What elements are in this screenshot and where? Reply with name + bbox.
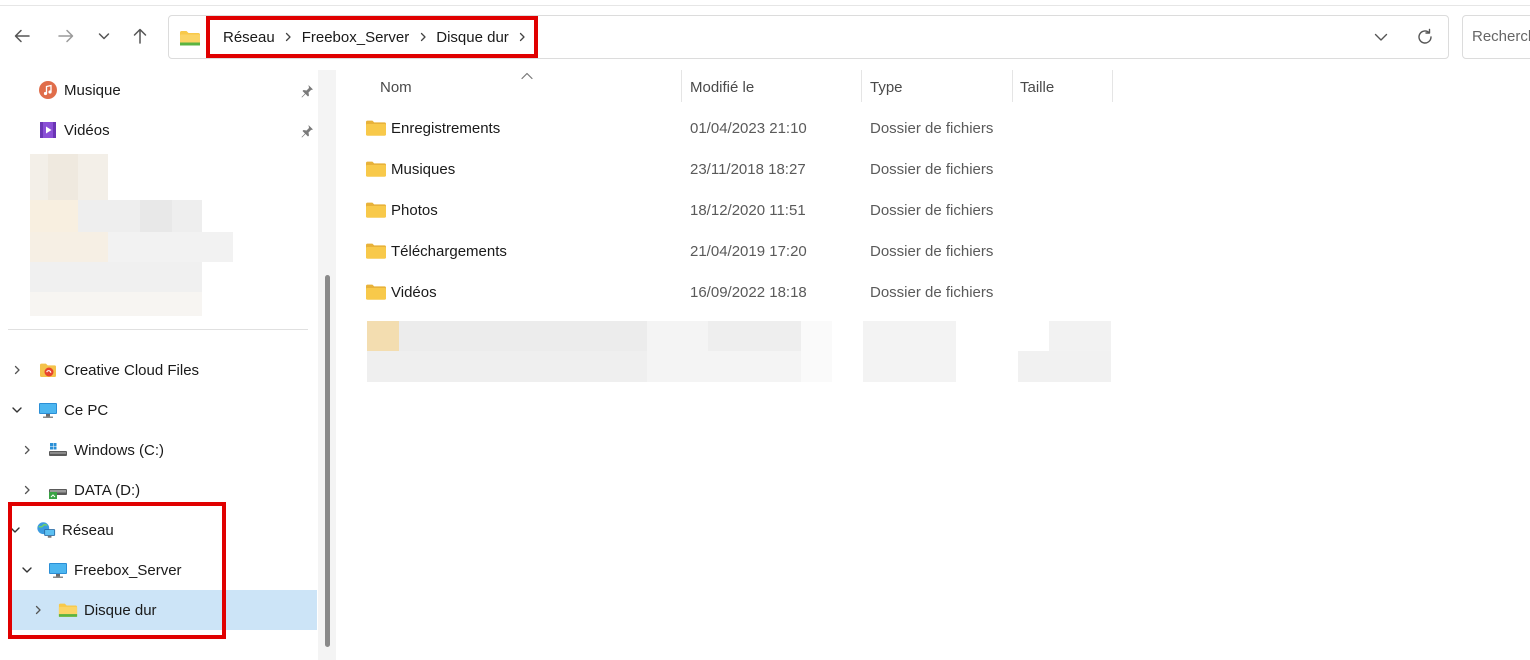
file-modified: 16/09/2022 18:18 bbox=[690, 283, 807, 301]
address-bar[interactable]: Réseau Freebox_Server Disque dur bbox=[168, 15, 1449, 59]
sidebar-item-creative-cloud-files[interactable]: Creative Cloud Files bbox=[38, 350, 199, 390]
file-name: Photos bbox=[391, 201, 438, 219]
file-type: Dossier de fichiers bbox=[870, 160, 994, 178]
chevron-right-icon[interactable] bbox=[409, 27, 436, 47]
column-header-type[interactable]: Type bbox=[870, 70, 903, 104]
chevron-right-icon[interactable] bbox=[20, 443, 34, 457]
network-icon bbox=[36, 520, 56, 540]
arrow-left-icon bbox=[14, 29, 30, 43]
column-separator[interactable] bbox=[1112, 70, 1113, 102]
table-row[interactable]: Enregistrements 01/04/2023 21:10 Dossier… bbox=[360, 108, 1120, 148]
pin-icon[interactable] bbox=[299, 123, 315, 139]
sidebar-item-label: Windows (C:) bbox=[74, 441, 165, 459]
sidebar-item-data-d[interactable]: DATA (D:) bbox=[48, 470, 140, 510]
chevron-down-icon[interactable] bbox=[20, 563, 34, 577]
sidebar-item-ce-pc[interactable]: Ce PC bbox=[38, 390, 108, 430]
breadcrumb-item-disque-dur[interactable]: Disque dur bbox=[436, 29, 509, 46]
column-separator[interactable] bbox=[861, 70, 862, 102]
arrow-right-icon bbox=[58, 29, 74, 43]
chevron-right-icon[interactable] bbox=[275, 27, 302, 47]
sidebar-item-videos[interactable]: Vidéos bbox=[38, 110, 110, 150]
sidebar-item-reseau[interactable]: Réseau bbox=[36, 510, 114, 550]
folder-icon bbox=[366, 149, 386, 189]
arrow-up-icon bbox=[133, 28, 147, 44]
column-header-size[interactable]: Taille bbox=[1020, 70, 1054, 104]
sidebar-item-label: Musique bbox=[64, 81, 121, 99]
computer-icon bbox=[48, 560, 68, 580]
file-modified: 21/04/2019 17:20 bbox=[690, 242, 807, 260]
column-header-modified[interactable]: Modifié le bbox=[690, 70, 754, 104]
sidebar-item-disque-dur[interactable]: Disque dur bbox=[58, 590, 157, 630]
refresh-button[interactable] bbox=[1413, 25, 1437, 49]
network-folder-icon bbox=[58, 600, 78, 620]
folder-icon bbox=[366, 231, 386, 271]
recent-locations-button[interactable] bbox=[90, 22, 118, 50]
chevron-down-icon[interactable] bbox=[10, 403, 24, 417]
column-separator[interactable] bbox=[1012, 70, 1013, 102]
pin-icon[interactable] bbox=[299, 83, 315, 99]
sidebar-item-musique[interactable]: Musique bbox=[38, 70, 121, 110]
chevron-down-icon bbox=[1374, 33, 1388, 41]
folder-icon bbox=[366, 272, 386, 312]
breadcrumb-item-reseau[interactable]: Réseau bbox=[223, 29, 275, 46]
chevron-down-icon[interactable] bbox=[8, 523, 22, 537]
sidebar-scrollbar-thumb[interactable] bbox=[325, 275, 330, 647]
address-history-button[interactable] bbox=[1369, 27, 1393, 47]
table-row[interactable]: Photos 18/12/2020 11:51 Dossier de fichi… bbox=[360, 190, 1120, 230]
file-name: Enregistrements bbox=[391, 119, 501, 137]
video-icon bbox=[38, 120, 58, 140]
creative-cloud-icon bbox=[38, 360, 58, 380]
up-button[interactable] bbox=[126, 22, 154, 50]
column-separator[interactable] bbox=[681, 70, 682, 102]
breadcrumb-item-freebox-server[interactable]: Freebox_Server bbox=[302, 29, 410, 46]
file-type: Dossier de fichiers bbox=[870, 201, 994, 219]
back-button[interactable] bbox=[8, 22, 36, 50]
sidebar-item-freebox-server[interactable]: Freebox_Server bbox=[48, 550, 182, 590]
sidebar-item-label: Creative Cloud Files bbox=[64, 361, 200, 379]
search-input[interactable] bbox=[1472, 28, 1530, 45]
music-icon bbox=[38, 80, 58, 100]
window-top-edge bbox=[0, 0, 1530, 6]
file-modified: 23/11/2018 18:27 bbox=[690, 160, 806, 178]
sidebar-item-windows-c[interactable]: Windows (C:) bbox=[48, 430, 164, 470]
folder-icon bbox=[366, 190, 386, 230]
chevron-right-icon[interactable] bbox=[20, 483, 34, 497]
breadcrumb: Réseau Freebox_Server Disque dur bbox=[223, 16, 536, 58]
sidebar-item-label: Freebox_Server bbox=[74, 561, 182, 579]
drive-icon bbox=[48, 440, 68, 460]
sort-ascending-icon bbox=[520, 67, 534, 84]
sidebar-item-label: Disque dur bbox=[84, 601, 157, 619]
drive-icon bbox=[48, 480, 68, 500]
sidebar-item-label: Réseau bbox=[62, 521, 114, 539]
sidebar-item-label: Vidéos bbox=[64, 121, 110, 139]
file-type: Dossier de fichiers bbox=[870, 283, 994, 301]
file-type: Dossier de fichiers bbox=[870, 119, 994, 137]
sidebar-item-label: DATA (D:) bbox=[74, 481, 141, 499]
file-name: Vidéos bbox=[391, 283, 437, 301]
table-row[interactable]: Vidéos 16/09/2022 18:18 Dossier de fichi… bbox=[360, 272, 1120, 312]
forward-button[interactable] bbox=[52, 22, 80, 50]
file-modified: 18/12/2020 11:51 bbox=[690, 201, 806, 219]
file-name: Téléchargements bbox=[391, 242, 507, 260]
chevron-right-icon[interactable] bbox=[10, 363, 24, 377]
file-type: Dossier de fichiers bbox=[870, 242, 994, 260]
refresh-icon bbox=[1418, 28, 1432, 44]
search-box[interactable] bbox=[1462, 15, 1530, 59]
file-modified: 01/04/2023 21:10 bbox=[690, 119, 807, 137]
chevron-right-icon[interactable] bbox=[509, 27, 536, 47]
chevron-down-icon bbox=[98, 33, 110, 40]
sidebar-item-label: Ce PC bbox=[64, 401, 109, 419]
chevron-right-icon[interactable] bbox=[31, 603, 45, 617]
table-row[interactable]: Téléchargements 21/04/2019 17:20 Dossier… bbox=[360, 231, 1120, 271]
folder-icon bbox=[366, 108, 386, 148]
network-folder-icon bbox=[179, 28, 201, 52]
sidebar-divider bbox=[8, 329, 308, 330]
file-name: Musiques bbox=[391, 160, 456, 178]
table-row[interactable]: Musiques 23/11/2018 18:27 Dossier de fic… bbox=[360, 149, 1120, 189]
column-header-name[interactable]: Nom bbox=[380, 70, 412, 104]
computer-icon bbox=[38, 400, 58, 420]
